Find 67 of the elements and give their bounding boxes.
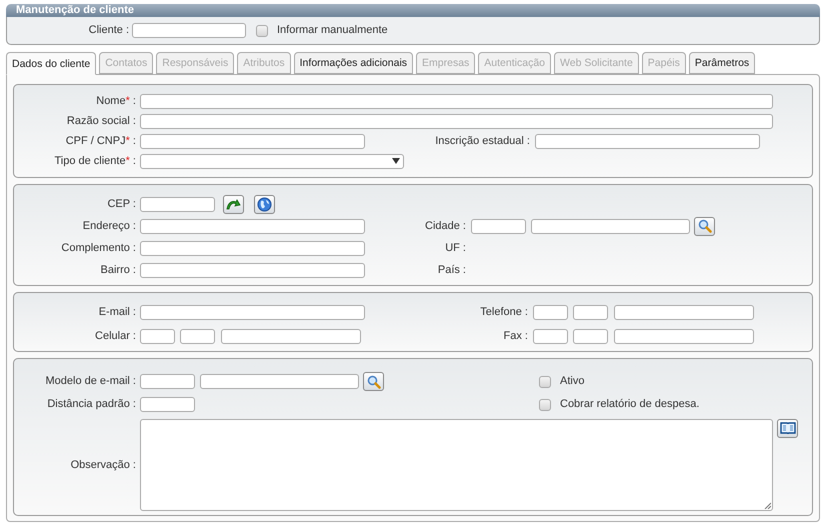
input-field[interactable]: [533, 304, 568, 320]
dropdown[interactable]: [140, 154, 404, 168]
input-field[interactable]: [140, 218, 365, 234]
field-label: Tipo de cliente* :: [53, 154, 136, 169]
field-label: Bairro :: [100, 262, 136, 278]
field-label: Inscrição estadual :: [434, 134, 530, 149]
checkbox[interactable]: [539, 398, 551, 410]
tab[interactable]: Informações adicionais: [294, 52, 414, 74]
input-field[interactable]: [533, 328, 568, 344]
field-label: CEP :: [106, 196, 136, 212]
input-field[interactable]: [614, 328, 754, 344]
search-button[interactable]: [694, 216, 715, 236]
input-field[interactable]: [531, 218, 690, 234]
input-field[interactable]: [140, 328, 175, 344]
checkbox[interactable]: [256, 24, 268, 36]
tab[interactable]: Dados do cliente: [6, 52, 96, 75]
field-label: Complemento :: [60, 240, 136, 256]
search-button[interactable]: [363, 372, 384, 391]
input-field[interactable]: [200, 374, 359, 389]
checkbox-label: Informar manualmente: [277, 23, 388, 38]
input-field[interactable]: [140, 94, 773, 108]
input-field[interactable]: [140, 240, 365, 256]
globe-icon: [257, 196, 272, 212]
field-label: Modelo de e-mail :: [44, 374, 136, 390]
dropdown-arrow-icon: [392, 158, 400, 164]
input-field[interactable]: [140, 114, 773, 128]
client-input[interactable]: [132, 23, 246, 38]
book-icon: [780, 422, 796, 435]
input-field[interactable]: [140, 397, 195, 412]
field-label: Celular :: [94, 328, 136, 344]
checkbox-label: Cobrar relatório de despesa.: [560, 397, 700, 412]
curved-arrow-icon: [226, 198, 241, 210]
field-label: Distância padrão :: [46, 397, 136, 412]
checkbox-label: Ativo: [560, 374, 584, 390]
input-field[interactable]: [573, 304, 608, 320]
window-title: Manutenção de cliente: [16, 4, 134, 17]
field-label: Razão social :: [66, 114, 136, 129]
field-label: CPF / CNPJ* :: [64, 134, 136, 149]
search-icon: [366, 374, 380, 388]
field-label: Cliente :: [88, 23, 129, 38]
input-field[interactable]: [140, 304, 365, 320]
field-label: Endereço :: [82, 218, 136, 234]
search-icon: [698, 219, 712, 233]
input-field[interactable]: [221, 328, 361, 344]
input-field[interactable]: [140, 134, 365, 148]
resize-grip-icon: [764, 502, 771, 509]
input-field[interactable]: [140, 374, 195, 389]
globe-button[interactable]: [254, 194, 275, 214]
field-label: País :: [436, 262, 466, 278]
input-field[interactable]: [614, 304, 754, 320]
field-label: E-mail :: [98, 304, 136, 320]
field-label: Telefone :: [479, 304, 528, 320]
input-field[interactable]: [180, 328, 215, 344]
tab[interactable]: Parâmetros: [688, 52, 756, 74]
field-label: Cidade :: [424, 218, 466, 234]
input-field[interactable]: [535, 134, 760, 148]
field-label: UF :: [444, 240, 466, 256]
field-label: Observação :: [70, 458, 136, 473]
input-field[interactable]: [140, 196, 215, 212]
checkbox[interactable]: [539, 376, 551, 388]
field-label: Fax :: [502, 328, 528, 344]
arrow-button[interactable]: [223, 194, 244, 214]
input-field[interactable]: [140, 262, 365, 278]
book-button[interactable]: [777, 419, 798, 438]
field-label: Nome* :: [95, 94, 136, 109]
input-field[interactable]: [471, 218, 526, 234]
input-field[interactable]: [573, 328, 608, 344]
